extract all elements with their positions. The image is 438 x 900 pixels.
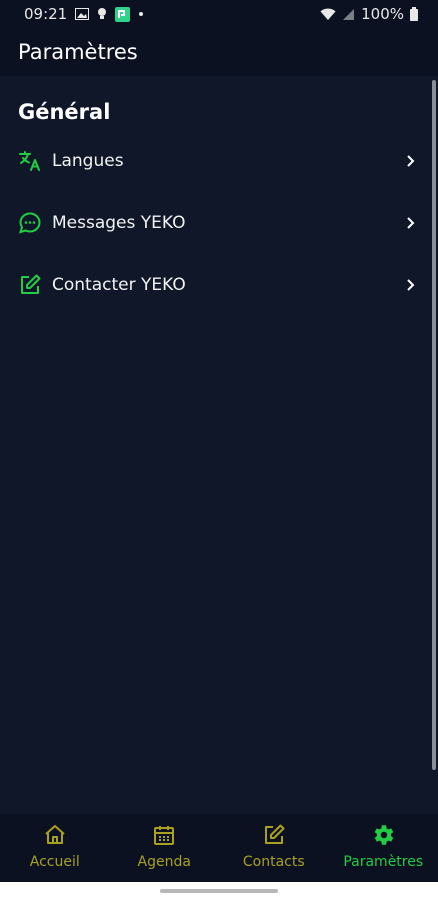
status-right: 100% [320, 0, 418, 28]
gear-icon [370, 822, 396, 848]
setting-item-messages[interactable]: Messages YEKO [0, 197, 438, 249]
status-time: 09:21 [24, 5, 68, 23]
app-bar: Paramètres [0, 28, 438, 76]
gesture-bar [0, 882, 438, 900]
setting-item-label: Contacter YEKO [52, 275, 186, 295]
nav-item-agenda[interactable]: Agenda [110, 814, 220, 882]
wifi-icon [320, 8, 336, 21]
page-title: Paramètres [18, 40, 138, 64]
image-icon [75, 8, 90, 20]
signal-icon [342, 8, 355, 21]
settings-content: Général Langues Messages YEKO Contacter … [0, 76, 438, 814]
chevron-right-icon [406, 213, 420, 233]
nav-label: Agenda [137, 854, 191, 870]
chevron-right-icon [406, 151, 420, 171]
home-gesture-handle[interactable] [160, 889, 278, 893]
setting-item-contacter[interactable]: Contacter YEKO [0, 259, 438, 311]
nav-label: Contacts [242, 854, 305, 870]
scrollbar[interactable] [432, 80, 436, 770]
calendar-icon [151, 822, 177, 848]
home-icon [42, 822, 68, 848]
nav-label: Paramètres [343, 854, 424, 870]
edit-square-icon [18, 273, 42, 297]
status-left: 09:21 [0, 5, 144, 23]
setting-item-label: Messages YEKO [52, 213, 186, 233]
translate-icon [18, 149, 42, 173]
setting-item-langues[interactable]: Langues [0, 135, 438, 187]
chat-bubble-icon [18, 211, 42, 235]
nav-item-parametres[interactable]: Paramètres [329, 814, 438, 882]
edit-square-icon [261, 822, 287, 848]
battery-percent: 100% [361, 5, 404, 23]
nav-item-accueil[interactable]: Accueil [0, 814, 110, 882]
section-title-general: Général [18, 100, 111, 124]
chevron-right-icon [406, 275, 420, 295]
app-notification-icon [115, 6, 131, 22]
battery-icon [410, 7, 418, 21]
nav-item-contacts[interactable]: Contacts [219, 814, 329, 882]
lightbulb-icon [97, 7, 107, 21]
nav-label: Accueil [29, 854, 80, 870]
setting-item-label: Langues [52, 151, 124, 171]
bottom-nav: Accueil Agenda Contacts Paramètres [0, 814, 438, 882]
dot-icon [138, 11, 144, 17]
status-bar: 09:21 100% [0, 0, 438, 28]
